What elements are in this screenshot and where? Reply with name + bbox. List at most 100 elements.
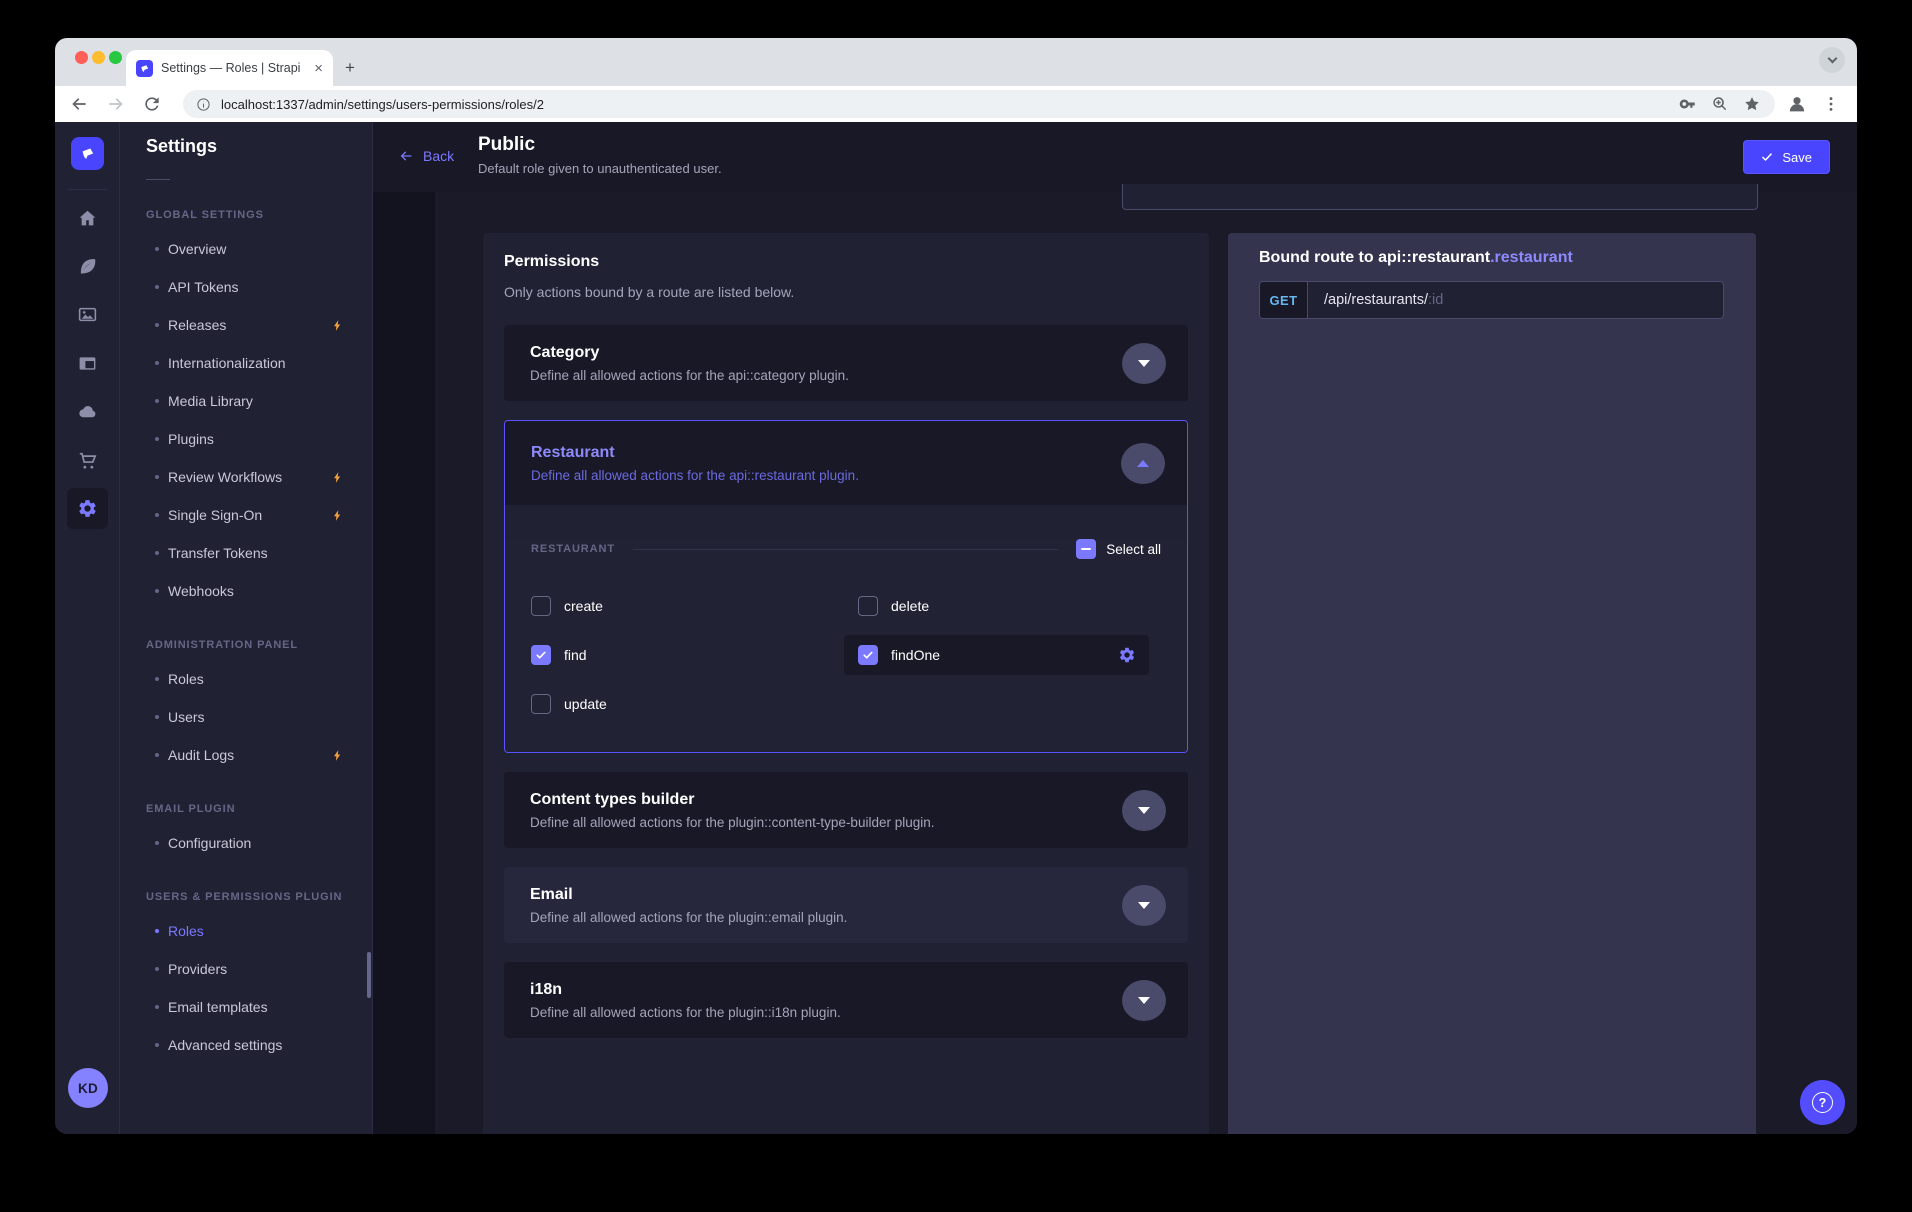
accordion-header[interactable]: CategoryDefine all allowed actions for t… (504, 325, 1188, 401)
checkbox-unchecked[interactable] (531, 694, 551, 714)
sidebar-item-plugins[interactable]: Plugins (120, 420, 372, 458)
expand-chevron-button[interactable] (1122, 885, 1166, 926)
checkbox-checked[interactable] (858, 645, 878, 665)
forward-icon[interactable] (106, 94, 126, 114)
lightning-icon (331, 471, 344, 484)
sidebar-item-audit-logs[interactable]: Audit Logs (120, 736, 372, 774)
new-tab-button[interactable]: + (345, 56, 355, 80)
chevron-down-icon (1138, 997, 1150, 1004)
sidebar-item-releases[interactable]: Releases (120, 306, 372, 344)
rail-item-content-type-builder[interactable] (67, 343, 108, 384)
save-button[interactable]: Save (1743, 140, 1830, 174)
chevron-down-icon (1138, 902, 1150, 909)
action-settings-gear-icon[interactable] (1118, 646, 1136, 664)
subnav-scrollbar[interactable] (367, 952, 371, 998)
rail-item-content-manager[interactable] (67, 246, 108, 287)
tab-search-chevron-icon[interactable] (1819, 47, 1845, 73)
expand-chevron-button[interactable] (1122, 980, 1166, 1021)
sidebar-item-users[interactable]: Users (120, 698, 372, 736)
back-icon[interactable] (69, 94, 89, 114)
content-scroll-area: Permissions Only actions bound by a rout… (373, 192, 1857, 1134)
sidebar-item-label: Releases (168, 317, 226, 333)
browser-profile-avatar[interactable] (1784, 91, 1810, 117)
select-all-checkbox[interactable] (1076, 539, 1096, 559)
sidebar-item-providers[interactable]: Providers (120, 950, 372, 988)
sidebar-item-api-tokens[interactable]: API Tokens (120, 268, 372, 306)
sidebar-item-review-workflows[interactable]: Review Workflows (120, 458, 372, 496)
permissions-panel: Permissions Only actions bound by a rout… (483, 233, 1209, 1134)
sidebar-item-roles[interactable]: Roles (120, 912, 372, 950)
main-nav-rail: KD (55, 122, 120, 1134)
accordion-header[interactable]: EmailDefine all allowed actions for the … (504, 867, 1188, 943)
accordion-title: Email (530, 886, 1122, 904)
permission-action-update[interactable]: update (517, 679, 834, 728)
user-avatar[interactable]: KD (68, 1068, 108, 1108)
strapi-logo[interactable] (71, 137, 104, 170)
rail-item-media-library[interactable] (67, 294, 108, 335)
subnav-divider (146, 179, 170, 180)
bullet-icon (155, 437, 159, 441)
accordion-restaurant: RestaurantDefine all allowed actions for… (504, 420, 1188, 753)
sidebar-item-single-sign-on[interactable]: Single Sign-On (120, 496, 372, 534)
sidebar-item-label: Roles (168, 671, 204, 687)
sidebar-item-overview[interactable]: Overview (120, 230, 372, 268)
permission-action-create[interactable]: create (517, 581, 834, 630)
accordion-header[interactable]: i18nDefine all allowed actions for the p… (504, 962, 1188, 1038)
rail-item-settings[interactable] (67, 488, 108, 529)
expand-chevron-button[interactable] (1122, 343, 1166, 384)
permission-action-findone[interactable]: findOne (844, 635, 1149, 675)
sidebar-item-label: Audit Logs (168, 747, 234, 763)
help-button[interactable]: ? (1800, 1080, 1845, 1125)
sidebar-item-email-templates[interactable]: Email templates (120, 988, 372, 1026)
sidebar-item-configuration[interactable]: Configuration (120, 824, 372, 862)
sidebar-item-label: Internationalization (168, 355, 286, 371)
reload-icon[interactable] (142, 94, 162, 114)
bookmark-star-icon[interactable] (1743, 95, 1761, 113)
deploy-cloud-icon (77, 401, 98, 422)
bullet-icon (155, 1005, 159, 1009)
main-content: Back Public Default role given to unauth… (373, 122, 1857, 1134)
back-link[interactable]: Back (398, 148, 454, 164)
accordion-title: Content types builder (530, 791, 1122, 809)
route-param: :id (1428, 292, 1443, 308)
accordion-title: Category (530, 344, 1122, 362)
rail-item-deploy-cloud[interactable] (67, 391, 108, 432)
sidebar-item-advanced-settings[interactable]: Advanced settings (120, 1026, 372, 1064)
role-description-input-partial[interactable] (1122, 184, 1758, 210)
bullet-icon (155, 247, 159, 251)
accordion-header[interactable]: Content types builderDefine all allowed … (504, 772, 1188, 848)
sidebar-item-label: Users (168, 709, 205, 725)
url-bar[interactable]: localhost:1337/admin/settings/users-perm… (183, 90, 1775, 118)
sidebar-item-roles[interactable]: Roles (120, 660, 372, 698)
select-all-control[interactable]: Select all (1076, 539, 1161, 559)
browser-tab[interactable]: Settings — Roles | Strapi × (126, 50, 333, 86)
password-key-icon[interactable] (1679, 95, 1697, 113)
accordion-header[interactable]: RestaurantDefine all allowed actions for… (505, 421, 1187, 505)
action-label: find (564, 647, 587, 663)
browser-menu-icon[interactable] (1821, 94, 1841, 114)
zoom-page-icon[interactable] (1711, 95, 1729, 113)
collapse-chevron-button[interactable] (1121, 443, 1165, 484)
checkbox-checked[interactable] (531, 645, 551, 665)
url-text[interactable]: localhost:1337/admin/settings/users-perm… (221, 97, 1679, 112)
checkbox-unchecked[interactable] (858, 596, 878, 616)
tab-close-icon[interactable]: × (314, 60, 323, 77)
permission-action-find[interactable]: find (517, 630, 834, 679)
minimize-window-button[interactable] (92, 51, 105, 64)
lightning-icon (331, 319, 344, 332)
sidebar-item-label: Review Workflows (168, 469, 282, 485)
sidebar-item-transfer-tokens[interactable]: Transfer Tokens (120, 534, 372, 572)
checkbox-unchecked[interactable] (531, 596, 551, 616)
sidebar-item-media-library[interactable]: Media Library (120, 382, 372, 420)
expand-chevron-button[interactable] (1122, 790, 1166, 831)
site-info-icon[interactable] (196, 97, 211, 112)
sidebar-item-internationalization[interactable]: Internationalization (120, 344, 372, 382)
zoom-window-button[interactable] (109, 51, 122, 64)
sidebar-item-webhooks[interactable]: Webhooks (120, 572, 372, 610)
close-window-button[interactable] (75, 51, 88, 64)
permission-action-delete[interactable]: delete (844, 581, 1161, 630)
rail-item-marketplace[interactable] (67, 440, 108, 481)
back-arrow-icon (398, 148, 414, 164)
rail-item-home[interactable] (67, 198, 108, 239)
permissions-subtitle: Only actions bound by a route are listed… (504, 284, 1188, 300)
